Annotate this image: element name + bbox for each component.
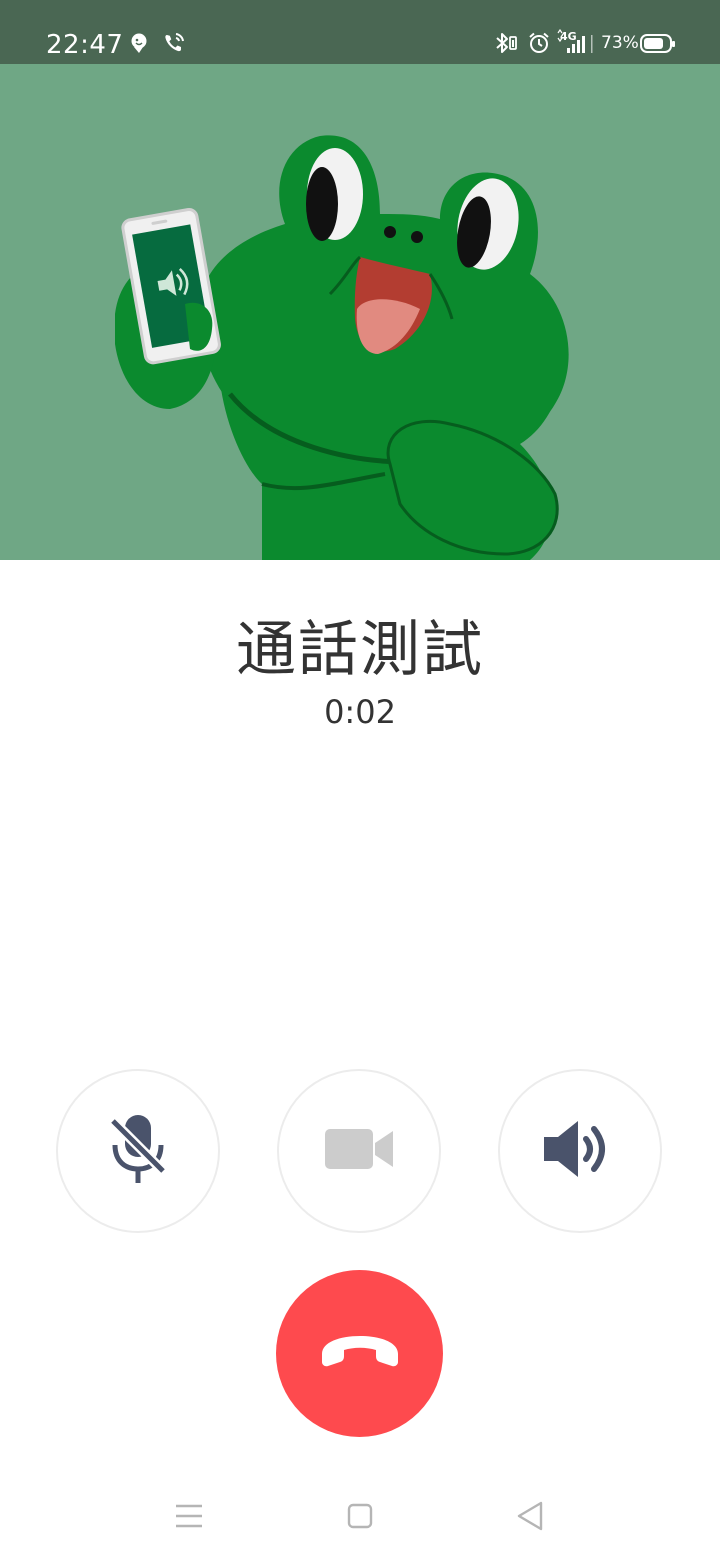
caller-name: 通話測試 <box>236 615 484 685</box>
call-ongoing-icon <box>163 32 187 58</box>
frog-with-phone-illustration <box>115 135 569 560</box>
call-illustration <box>0 64 720 560</box>
svg-text:4G: 4G <box>560 30 577 43</box>
home-icon[interactable] <box>347 1503 373 1533</box>
recent-apps-icon[interactable] <box>175 1503 203 1533</box>
microphone-muted-icon <box>108 1111 168 1191</box>
back-icon[interactable] <box>516 1501 544 1535</box>
signal-4g-icon: 4G <box>557 28 597 59</box>
alarm-icon <box>528 32 550 58</box>
phone-hangup-icon <box>318 1334 402 1374</box>
video-camera-icon <box>323 1125 395 1177</box>
status-time: 22:47 <box>46 30 124 60</box>
notification-avatar-icon <box>130 32 150 58</box>
speaker-button[interactable] <box>498 1069 662 1233</box>
mute-button[interactable] <box>56 1069 220 1233</box>
end-call-button[interactable] <box>276 1270 443 1437</box>
battery-percent: 73% <box>601 33 639 53</box>
call-duration: 0:02 <box>324 693 396 731</box>
bluetooth-icon <box>493 32 519 58</box>
battery-icon <box>640 33 676 59</box>
video-button[interactable] <box>277 1069 441 1233</box>
status-bar: 22:47 4G 73% <box>0 0 720 64</box>
speaker-icon <box>542 1117 618 1185</box>
